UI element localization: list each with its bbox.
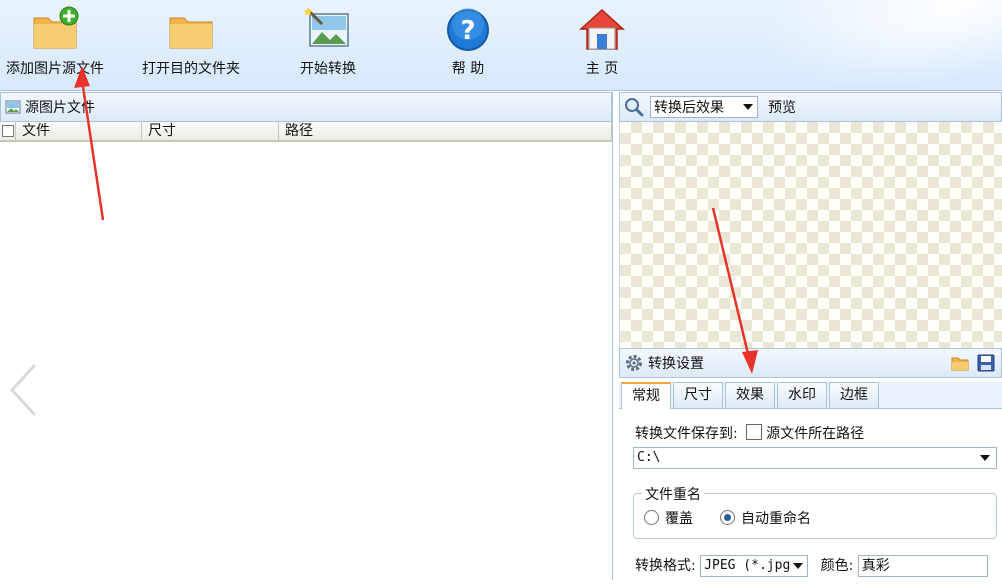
source-files-header: 源图片文件	[0, 92, 612, 122]
preview-mode-select[interactable]: 转换后效果	[650, 96, 758, 118]
save-path-select[interactable]: C:\	[633, 447, 997, 469]
color-value: 真彩	[861, 558, 890, 574]
home-button[interactable]: 主 页	[578, 6, 626, 78]
rename-group-legend: 文件重名	[642, 484, 704, 504]
svg-text:?: ?	[460, 16, 475, 46]
overwrite-radio[interactable]	[644, 510, 659, 525]
auto-rename-label: 自动重命名	[741, 511, 811, 527]
rename-group: 文件重名 覆盖 自动重命名	[633, 484, 997, 539]
preview-label: 预览	[768, 100, 796, 116]
magic-wand-picture-icon	[304, 7, 349, 47]
auto-rename-radio[interactable]	[720, 510, 735, 525]
rename-option-overwrite[interactable]: 覆盖	[644, 508, 693, 528]
toolbar-decoration	[752, 0, 1002, 90]
rename-option-auto[interactable]: 自动重命名	[720, 508, 811, 528]
save-icon[interactable]	[977, 354, 995, 372]
format-value: JPEG (*.jpg	[704, 558, 791, 573]
folder-icon	[169, 17, 213, 49]
column-header-size[interactable]: 尺寸	[142, 122, 279, 140]
tab-watermark[interactable]: 水印	[777, 382, 827, 408]
select-all-checkbox[interactable]	[0, 122, 16, 140]
help-icon: ?	[447, 8, 489, 51]
color-select[interactable]: 真彩	[857, 555, 988, 577]
format-row: 转换格式: JPEG (*.jpg 颜色: 真彩	[635, 555, 988, 577]
preview-mode-value: 转换后效果	[654, 100, 724, 116]
color-label: 颜色:	[820, 558, 854, 574]
start-convert-button[interactable]: 开始转换	[300, 6, 356, 78]
source-path-checkbox[interactable]	[746, 424, 763, 440]
picture-icon	[5, 100, 21, 114]
settings-tabs: 常规 尺寸 效果 水印 边框	[619, 382, 1002, 409]
home-icon	[579, 8, 625, 50]
open-destination-label: 打开目的文件夹	[142, 61, 240, 77]
chevron-down-icon	[743, 104, 753, 110]
save-to-label: 转换文件保存到:	[635, 426, 738, 442]
tab-general[interactable]: 常规	[621, 382, 671, 409]
source-path-checkbox-label[interactable]: 源文件所在路径	[766, 426, 864, 442]
settings-title: 转换设置	[648, 356, 704, 372]
open-folder-icon[interactable]	[951, 354, 969, 372]
magnifier-icon[interactable]	[624, 97, 644, 117]
format-select[interactable]: JPEG (*.jpg	[700, 555, 809, 577]
save-to-row: 转换文件保存到: 源文件所在路径	[635, 423, 864, 443]
add-source-label: 添加图片源文件	[6, 61, 104, 77]
toolbar: 添加图片源文件 打开目的文件夹 开始转换 ? 帮 助 主 页	[0, 0, 1002, 91]
preview-header: 转换后效果 预览	[619, 92, 1002, 122]
start-convert-label: 开始转换	[300, 61, 356, 77]
preview-canvas	[619, 122, 1002, 348]
source-files-panel: 源图片文件 文件 尺寸 路径	[0, 92, 613, 580]
add-source-button[interactable]: 添加图片源文件	[6, 6, 104, 78]
add-folder-icon	[33, 6, 79, 49]
tab-border[interactable]: 边框	[829, 382, 879, 408]
preview-settings-panel: 转换后效果 预览 转换设置 常规 尺寸 效果 水印 边框 转换文件保存到: 源文…	[619, 92, 1002, 580]
home-label: 主 页	[585, 61, 619, 77]
chevron-down-icon	[793, 563, 804, 569]
chevron-down-icon	[980, 455, 990, 461]
general-settings: 转换文件保存到: 源文件所在路径 C:\ 文件重名 覆盖 自动重命名 转换格式:…	[619, 409, 1002, 585]
gear-icon	[626, 355, 642, 371]
chevron-left-icon[interactable]	[4, 362, 44, 418]
settings-header: 转换设置	[619, 348, 1002, 378]
tab-size[interactable]: 尺寸	[673, 382, 723, 408]
overwrite-label: 覆盖	[665, 511, 693, 527]
column-header-file[interactable]: 文件	[16, 122, 142, 140]
save-path-value: C:\	[637, 450, 661, 465]
help-label: 帮 助	[451, 61, 485, 77]
settings-tools	[951, 354, 995, 372]
help-button[interactable]: ? 帮 助	[444, 6, 492, 78]
tab-effects[interactable]: 效果	[725, 382, 775, 408]
open-destination-button[interactable]: 打开目的文件夹	[142, 6, 240, 78]
source-files-title: 源图片文件	[25, 100, 95, 116]
column-header-path[interactable]: 路径	[279, 122, 612, 140]
format-label: 转换格式:	[635, 558, 696, 574]
file-list[interactable]	[0, 144, 612, 580]
file-list-header: 文件 尺寸 路径	[0, 122, 612, 142]
